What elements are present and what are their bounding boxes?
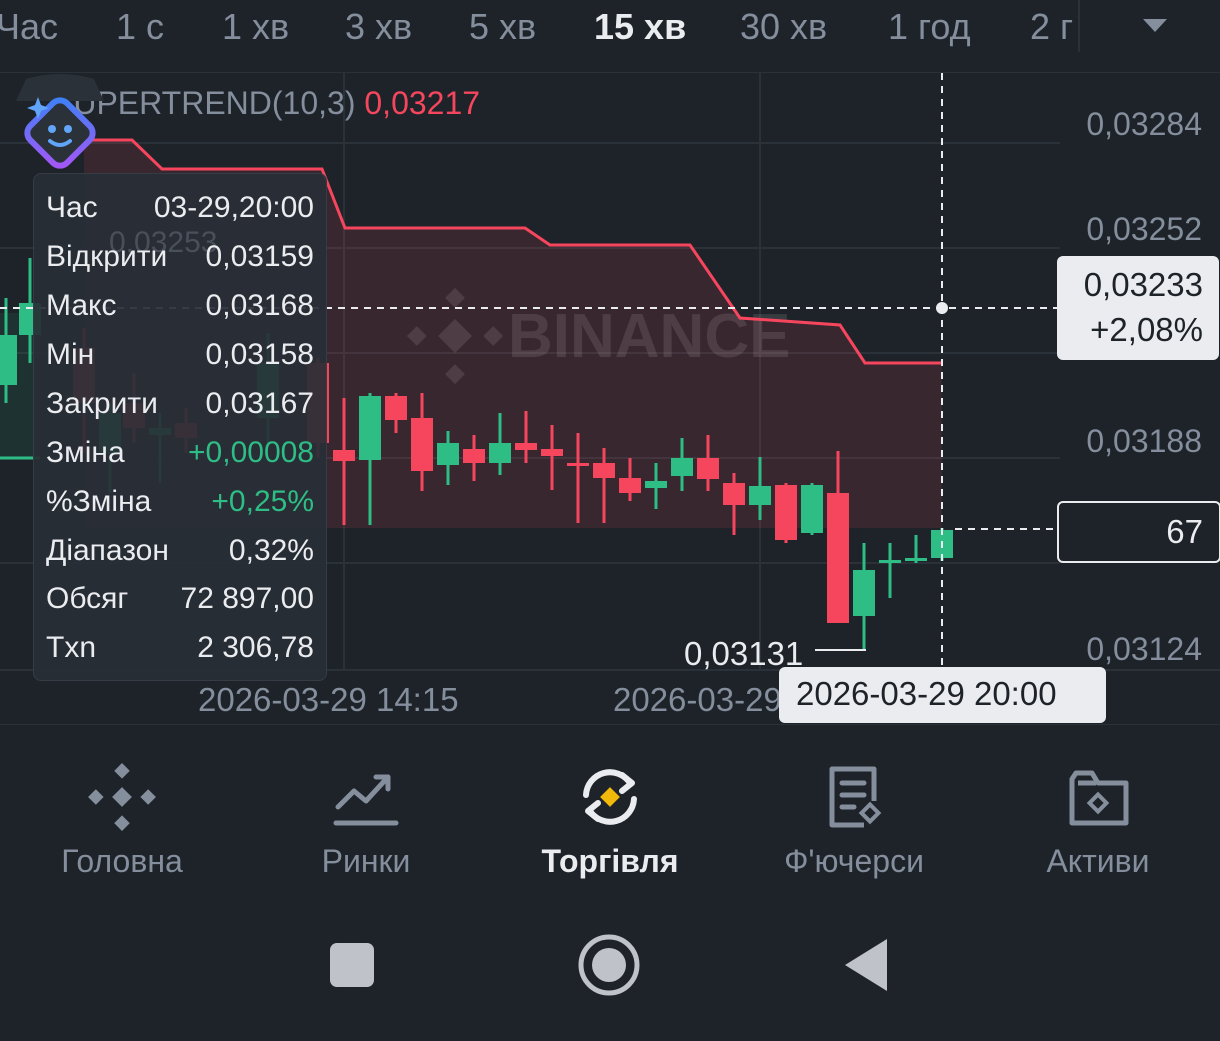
info-row-open: Відкрити 0,03159 [46, 240, 314, 273]
candle-body [333, 450, 355, 461]
info-row-close: Закрити 0,03167 [46, 387, 314, 420]
nav-markets-label: Ринки [321, 843, 411, 879]
candle-body [567, 463, 589, 466]
candle-body [853, 570, 875, 616]
candle-body [827, 493, 849, 623]
last-price-value: 67 [1166, 513, 1203, 550]
candle-body [359, 396, 381, 460]
wallet-icon [1069, 770, 1129, 826]
candle-body [749, 486, 771, 505]
candle-body [437, 443, 459, 465]
back-triangle-icon[interactable] [843, 937, 891, 993]
system-navigation-bar [0, 905, 1220, 1041]
timeframe-15m[interactable]: 15 хв [594, 6, 686, 48]
timeframe-divider [1078, 0, 1080, 52]
nav-trade[interactable]: Торгівля [488, 725, 732, 905]
candle-body [905, 558, 927, 561]
markets-chart-icon [333, 774, 399, 826]
chevron-down-icon[interactable] [1140, 14, 1170, 38]
candle-body [775, 485, 797, 540]
crosshair-date: 2026-03-29 20:00 [796, 675, 1057, 712]
last-price-box: 67 [1057, 501, 1220, 563]
indicator-value: 0,03217 [364, 85, 481, 121]
ai-assistant-icon[interactable] [0, 73, 120, 193]
price-axis-label: 0,03124 [1086, 631, 1202, 667]
trade-swap-icon [583, 769, 637, 825]
crosshair-price: 0,03233 [1083, 266, 1203, 303]
info-row-low: Мін 0,03158 [46, 338, 314, 371]
price-axis-label: 0,03252 [1086, 211, 1202, 247]
crosshair-price-box: 0,03233 +2,08% [1057, 256, 1219, 360]
info-row-volume: Обсяг 72 897,00 [46, 582, 314, 615]
crosshair-date-box: 2026-03-29 20:00 [779, 667, 1106, 723]
candle-body [411, 418, 433, 471]
candle-body [671, 458, 693, 476]
nav-home[interactable]: Головна [0, 725, 244, 905]
nav-assets[interactable]: Активи [976, 725, 1220, 905]
candle-body [593, 463, 615, 478]
candle-body [385, 396, 407, 420]
timeframe-time[interactable]: Час [0, 6, 58, 48]
nav-futures[interactable]: Ф'ючерси [732, 725, 976, 905]
timeframe-bar: Час 1 с 1 хв 3 хв 5 хв 15 хв 30 хв 1 год… [0, 0, 1220, 73]
info-row-change-percent: %Зміна +0,25% [46, 485, 314, 518]
timeframe-1h[interactable]: 1 год [888, 6, 971, 48]
nav-assets-label: Активи [1046, 843, 1150, 879]
timeframe-30m[interactable]: 30 хв [740, 6, 827, 48]
candle-info-panel: 0,03253 Час 03-29,20:00 Відкрити 0,03159… [33, 173, 327, 681]
timeframe-1s[interactable]: 1 с [116, 6, 164, 48]
candle-body [801, 485, 823, 533]
timeframe-1m[interactable]: 1 хв [222, 6, 289, 48]
candle-body [463, 449, 485, 463]
candle-body [645, 481, 667, 488]
crosshair-dot [936, 302, 948, 314]
price-axis-label: 0,03284 [1086, 106, 1202, 142]
candle-body [541, 449, 563, 456]
candle-body [0, 335, 17, 385]
time-axis-label: 2026-03-29 14:15 [198, 681, 459, 718]
info-row-time: Час 03-29,20:00 [46, 191, 314, 224]
futures-document-icon [829, 766, 882, 828]
home-circle-icon[interactable] [577, 933, 641, 997]
candle-body [489, 443, 511, 463]
candle-body [619, 478, 641, 493]
candle-body [879, 560, 901, 563]
info-row-range: Діапазон 0,32% [46, 534, 314, 567]
binance-logo-icon [88, 763, 156, 831]
candle-body [515, 443, 537, 450]
crosshair-change: +2,08% [1090, 311, 1203, 348]
info-row-txn: Txn 2 306,78 [46, 631, 314, 664]
timeframe-2h[interactable]: 2 г [1030, 6, 1078, 48]
timeframe-3m[interactable]: 3 хв [345, 6, 412, 48]
candle-body [723, 483, 745, 505]
info-row-change: Зміна +0,00008 [46, 436, 314, 469]
info-row-high: Макс 0,03168 [46, 289, 314, 322]
recents-square-icon[interactable] [328, 941, 376, 989]
nav-home-label: Головна [61, 843, 183, 879]
bottom-navigation: Головна Ринки Торгівля Ф'ючерси Активи [0, 724, 1220, 905]
price-chart[interactable]: BINANCE SUPERTREND(10,3) 0,03217 0,03284… [0, 73, 1220, 723]
candle-body [697, 458, 719, 479]
price-axis-label: 0,03188 [1086, 423, 1202, 459]
nav-futures-label: Ф'ючерси [784, 843, 924, 879]
timeframe-5m[interactable]: 5 хв [469, 6, 536, 48]
nav-markets[interactable]: Ринки [244, 725, 488, 905]
nav-trade-label: Торгівля [541, 843, 679, 879]
time-axis-label: 2026-03-29 [613, 681, 782, 718]
